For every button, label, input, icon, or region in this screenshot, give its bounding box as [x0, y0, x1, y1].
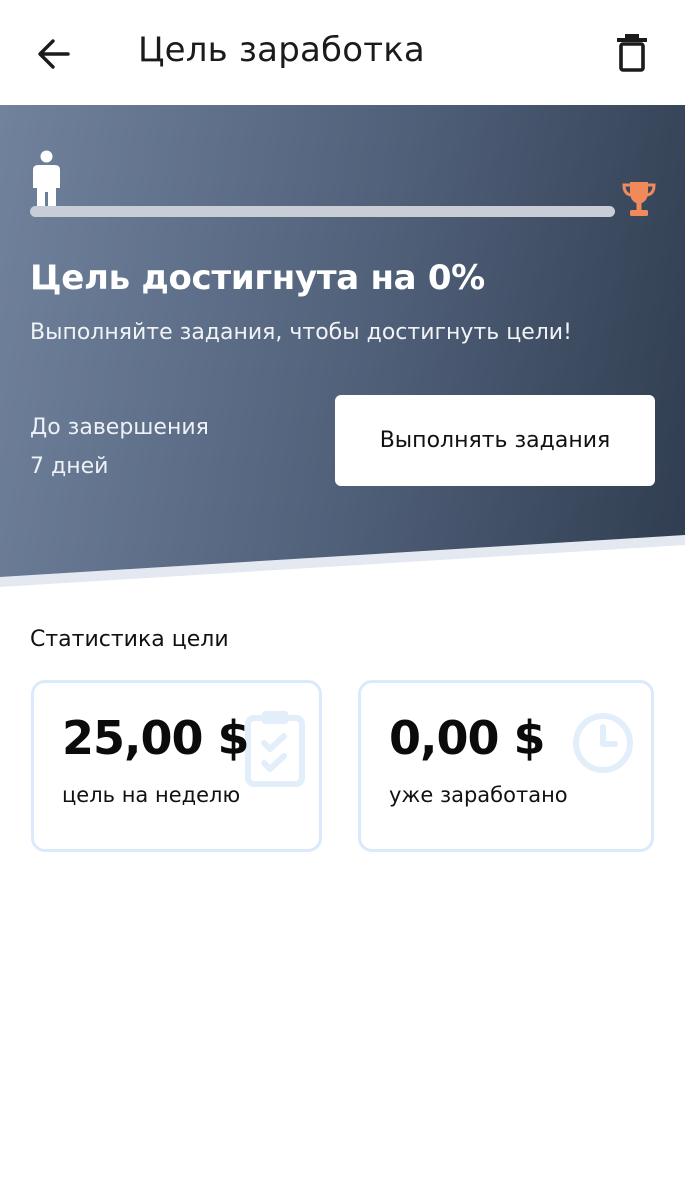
weekly-goal-card: 25,00 $ цель на неделю [31, 680, 322, 852]
weekly-goal-label: цель на неделю [62, 783, 241, 807]
time-remaining: До завершения 7 дней [30, 408, 209, 486]
clipboard-check-icon [245, 711, 305, 787]
trash-icon [617, 34, 647, 72]
earned-card: 0,00 $ уже заработано [358, 680, 654, 852]
goal-progress-bar [30, 206, 615, 217]
trophy-icon [622, 182, 656, 216]
goal-progress-heading: Цель достигнута на 0% [30, 258, 485, 298]
arrow-left-icon [38, 39, 70, 69]
stats-heading: Статистика цели [30, 627, 229, 652]
delete-button[interactable] [614, 32, 650, 72]
time-remaining-value: 7 дней [30, 454, 109, 479]
app-bar: Цель заработка [0, 0, 685, 105]
weekly-goal-value: 25,00 $ [62, 711, 250, 765]
earned-label: уже заработано [389, 783, 568, 807]
time-remaining-label: До завершения [30, 415, 209, 440]
do-tasks-button[interactable]: Выполнять задания [335, 395, 655, 486]
hero-banner [0, 105, 685, 577]
clock-icon [573, 713, 633, 773]
page-title: Цель заработка [138, 30, 425, 70]
goal-progress-subtitle: Выполняйте задания, чтобы достигнуть цел… [30, 320, 572, 345]
earned-value: 0,00 $ [389, 711, 546, 765]
back-button[interactable] [34, 34, 74, 74]
